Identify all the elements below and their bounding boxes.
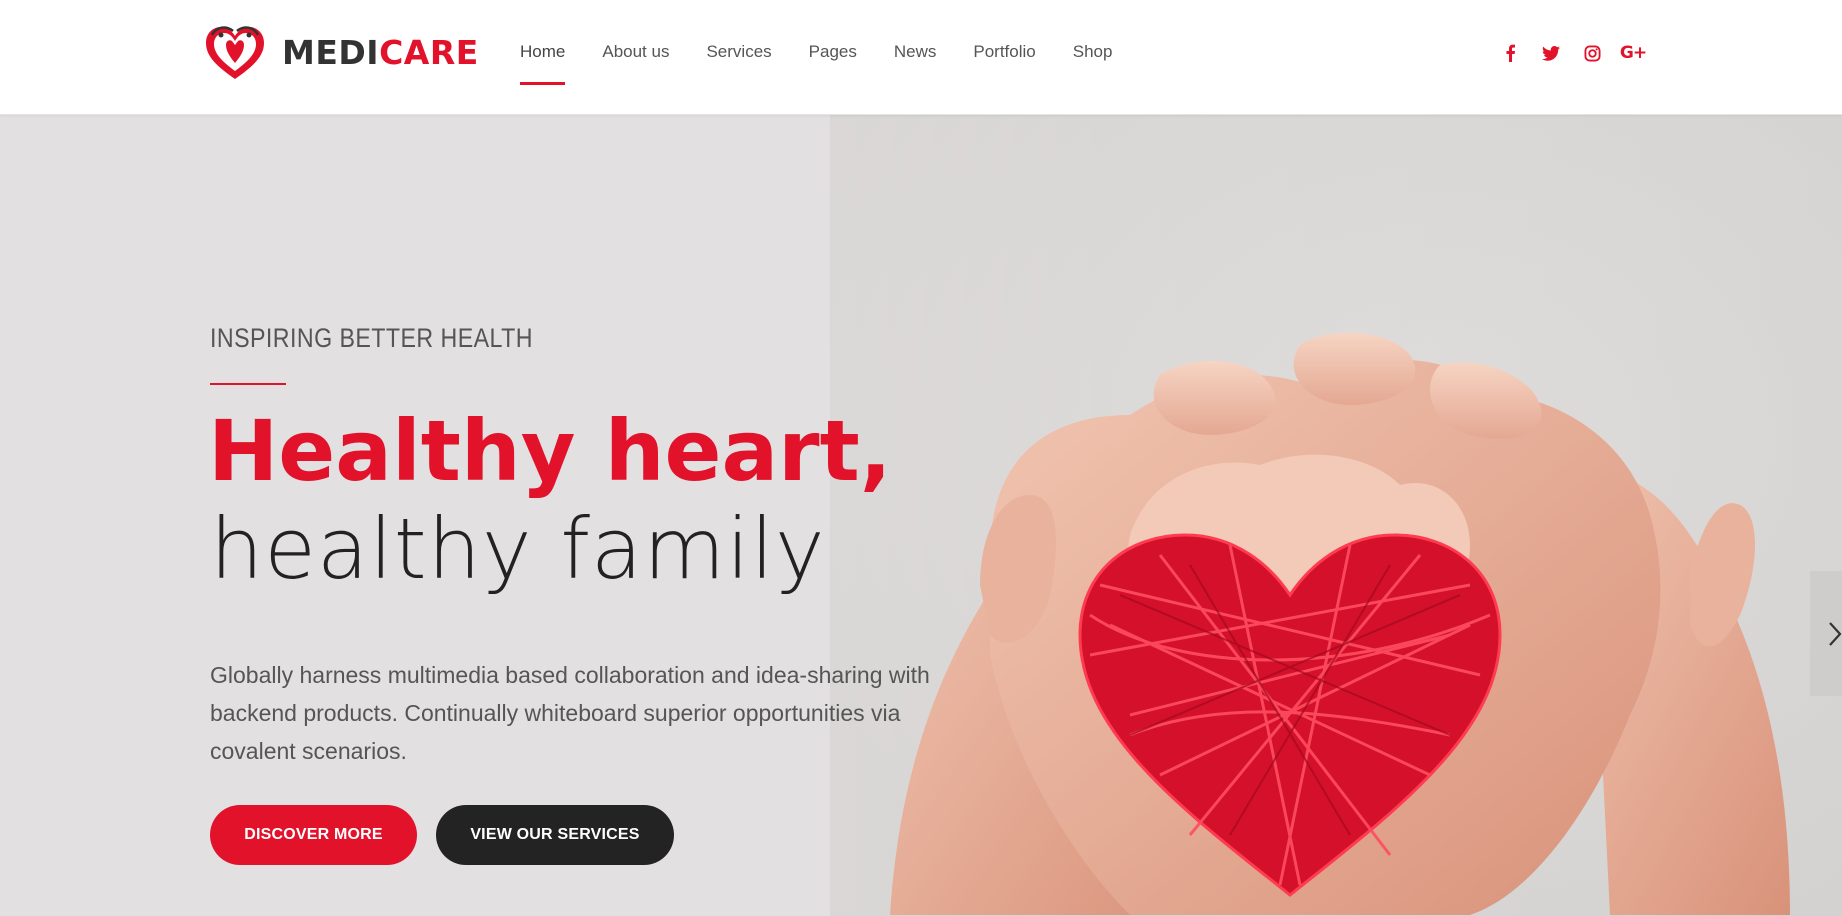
hero-description: Globally harness multimedia based collab… [210, 662, 930, 764]
hero-slider: INSPIRING BETTER HEALTH Healthy heart, h… [0, 115, 1842, 916]
logo-heart-hands-icon [206, 26, 264, 79]
logo-text-medi: MEDI [282, 32, 380, 72]
hero-image-hands-heart [830, 115, 1842, 916]
social-links: G+ [1482, 40, 1647, 66]
hero-headline-secondary: healthy family [210, 500, 826, 598]
twitter-icon[interactable] [1538, 40, 1564, 66]
site-header: MEDICARE Home About us Services Pages Ne… [0, 0, 1842, 115]
instagram-icon[interactable] [1579, 40, 1605, 66]
nav-item-shop[interactable]: Shop [1073, 0, 1113, 86]
hero-eyebrow: INSPIRING BETTER HEALTH [210, 323, 533, 353]
facebook-icon[interactable] [1497, 40, 1523, 66]
logo-wordmark: MEDICARE [282, 36, 479, 69]
site-logo[interactable]: MEDICARE [196, 20, 479, 84]
nav-item-pages[interactable]: Pages [809, 0, 857, 86]
discover-more-button[interactable]: DISCOVER MORE [210, 805, 417, 865]
main-navigation: Home About us Services Pages News Portfo… [520, 0, 1149, 114]
nav-item-news[interactable]: News [894, 0, 937, 86]
nav-item-portfolio[interactable]: Portfolio [973, 0, 1035, 86]
google-plus-icon[interactable]: G+ [1620, 40, 1647, 66]
slider-next-arrow[interactable] [1810, 571, 1842, 696]
view-our-services-button[interactable]: VIEW OUR SERVICES [436, 805, 674, 865]
nav-item-home[interactable]: Home [520, 0, 566, 86]
chevron-right-icon [1829, 621, 1842, 646]
nav-item-about-us[interactable]: About us [602, 0, 669, 86]
eyebrow-divider [210, 383, 286, 385]
logo-text-care: CARE [379, 32, 479, 72]
nav-item-services[interactable]: Services [706, 0, 771, 86]
hero-headline-primary: Healthy heart, [208, 402, 892, 500]
